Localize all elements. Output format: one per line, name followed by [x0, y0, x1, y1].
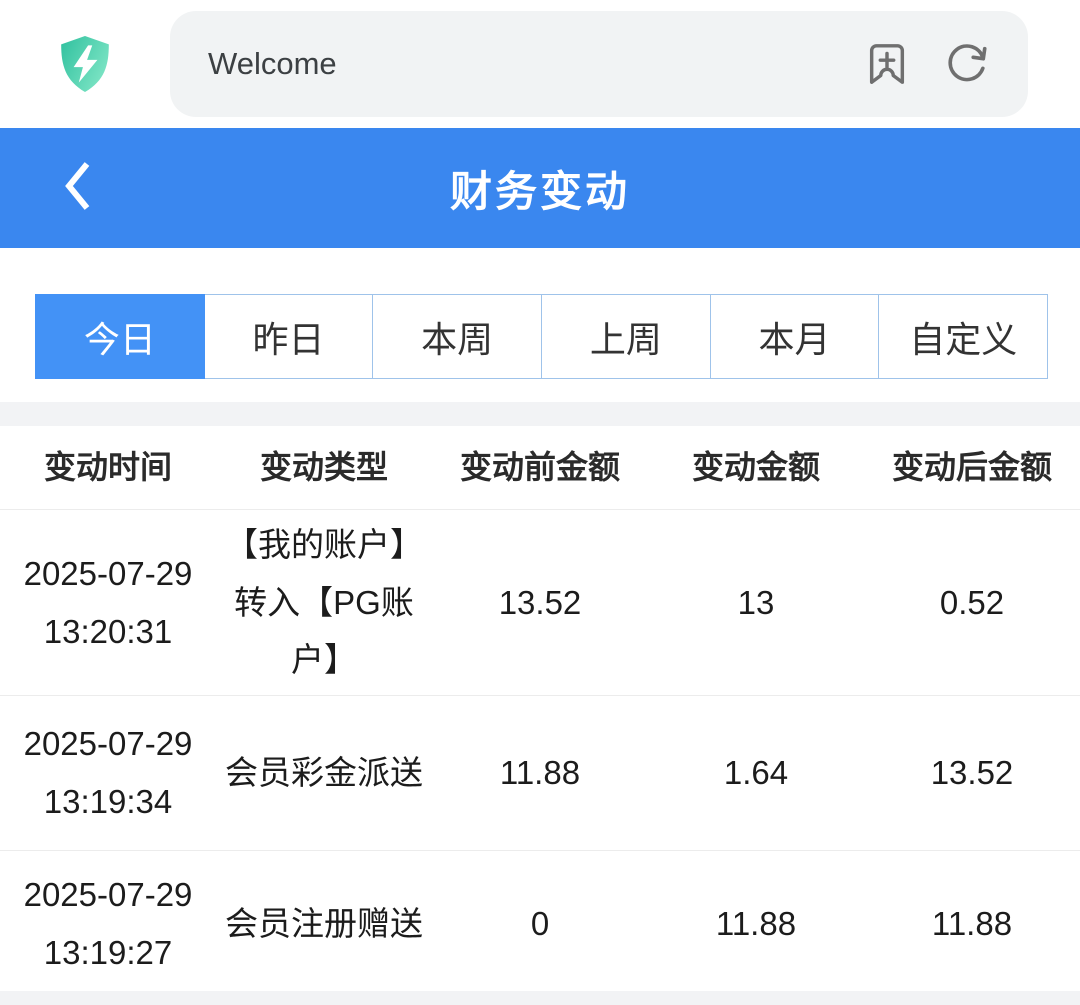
cell-change-amount: 13 — [648, 574, 864, 632]
cell-amount-after: 11.88 — [864, 895, 1080, 953]
cell-change-type: 【我的账户】转入【PG账户】 — [216, 516, 432, 689]
change-date: 2025-07-29 — [8, 715, 208, 773]
address-bar[interactable]: Welcome — [170, 11, 1028, 117]
tab-this-month[interactable]: 本月 — [711, 294, 880, 379]
cell-change-amount: 1.64 — [648, 744, 864, 802]
bookmark-add-icon[interactable] — [864, 41, 910, 87]
tab-this-week[interactable]: 本周 — [373, 294, 542, 379]
cell-amount-after: 0.52 — [864, 574, 1080, 632]
page-header: 财务变动 — [0, 128, 1080, 248]
date-filter-tabs: 今日 昨日 本周 上周 本月 自定义 — [35, 294, 1048, 379]
tab-yesterday[interactable]: 昨日 — [205, 294, 374, 379]
col-header-change-amount: 变动金额 — [648, 448, 864, 486]
refresh-icon[interactable] — [944, 41, 990, 87]
shield-lightning-icon — [58, 35, 112, 93]
cell-change-type: 会员彩金派送 — [216, 744, 432, 802]
cell-amount-before: 13.52 — [432, 574, 648, 632]
col-header-change-time: 变动时间 — [0, 448, 216, 486]
tabs-gap — [0, 379, 1080, 402]
change-date: 2025-07-29 — [8, 545, 208, 603]
cell-change-time: 2025-07-29 13:19:34 — [0, 715, 216, 831]
cell-amount-after: 13.52 — [864, 744, 1080, 802]
col-header-amount-before: 变动前金额 — [432, 448, 648, 486]
cell-change-time: 2025-07-29 13:19:27 — [0, 866, 216, 982]
address-bar-text: Welcome — [208, 46, 337, 82]
back-chevron-icon — [61, 157, 95, 220]
tab-custom[interactable]: 自定义 — [879, 294, 1048, 379]
table-row: 2025-07-29 13:19:27 会员注册赠送 0 11.88 11.88 — [0, 851, 1080, 997]
cell-change-amount: 11.88 — [648, 895, 864, 953]
table-header-row: 变动时间 变动类型 变动前金额 变动金额 变动后金额 — [0, 426, 1080, 510]
change-time: 13:20:31 — [8, 603, 208, 661]
change-time: 13:19:34 — [8, 773, 208, 831]
financial-changes-table: 变动时间 变动类型 变动前金额 变动金额 变动后金额 2025-07-29 13… — [0, 426, 1080, 997]
tab-last-week[interactable]: 上周 — [542, 294, 711, 379]
bottom-divider — [0, 991, 1080, 1005]
cell-change-time: 2025-07-29 13:20:31 — [0, 545, 216, 661]
col-header-change-type: 变动类型 — [216, 448, 432, 486]
col-header-amount-after: 变动后金额 — [864, 448, 1080, 486]
section-divider — [0, 402, 1080, 426]
table-row: 2025-07-29 13:20:31 【我的账户】转入【PG账户】 13.52… — [0, 510, 1080, 696]
change-time: 13:19:27 — [8, 924, 208, 982]
browser-top-bar: Welcome — [0, 0, 1080, 128]
cell-change-type: 会员注册赠送 — [216, 895, 432, 953]
change-date: 2025-07-29 — [8, 866, 208, 924]
page-title: 财务变动 — [0, 158, 1080, 219]
cell-amount-before: 0 — [432, 895, 648, 953]
table-row: 2025-07-29 13:19:34 会员彩金派送 11.88 1.64 13… — [0, 696, 1080, 851]
cell-amount-before: 11.88 — [432, 744, 648, 802]
tab-today[interactable]: 今日 — [35, 294, 205, 379]
header-gap — [0, 248, 1080, 271]
back-button[interactable] — [36, 128, 120, 248]
